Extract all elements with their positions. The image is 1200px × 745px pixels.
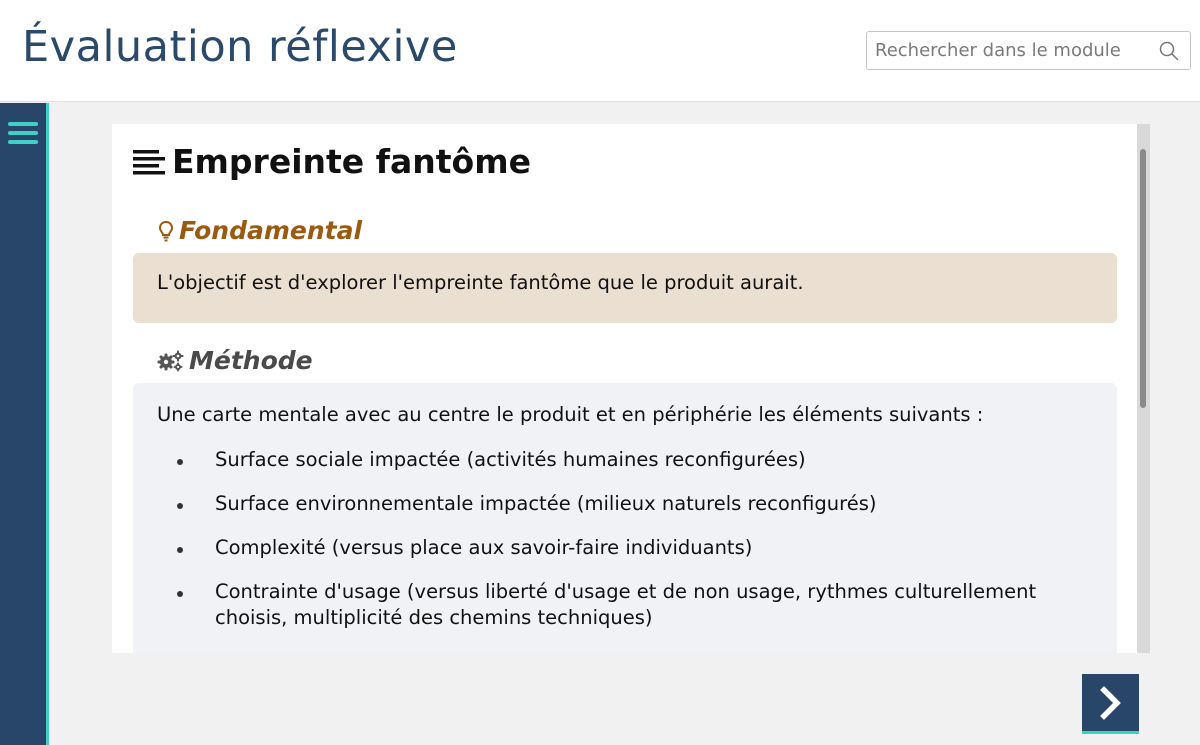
fundamental-text: L'objectif est d'explorer l'empreinte fa…	[157, 271, 804, 294]
methode-box: Une carte mentale avec au centre le prod…	[133, 383, 1117, 653]
content-card: Empreinte fantôme Fondamental L'objectif…	[112, 124, 1150, 653]
scrollbar-thumb[interactable]	[1140, 149, 1146, 408]
search-box[interactable]	[866, 31, 1191, 70]
lightbulb-icon	[158, 220, 174, 241]
methode-list: Surface sociale impactée (activités huma…	[157, 447, 1093, 631]
search-input[interactable]	[867, 32, 1152, 69]
section-title: Empreinte fantôme	[132, 142, 531, 181]
list-item: Surface sociale impactée (activités huma…	[157, 447, 1093, 473]
methode-heading: Méthode	[157, 346, 313, 375]
page-title: Évaluation réflexive	[22, 22, 458, 72]
gears-icon	[157, 350, 184, 371]
list-item: Complexité (versus place aux savoir-fair…	[157, 535, 1093, 561]
fundamental-box: L'objectif est d'explorer l'empreinte fa…	[133, 253, 1117, 323]
fundamental-heading: Fondamental	[157, 216, 362, 245]
bullet-icon	[177, 591, 183, 597]
list-item: Surface environnementale impactée (milie…	[157, 491, 1093, 517]
header: Évaluation réflexive	[0, 0, 1200, 102]
list-item: Contrainte d'usage (versus liberté d'usa…	[157, 579, 1093, 631]
methode-intro: Une carte mentale avec au centre le prod…	[157, 403, 984, 426]
bullet-icon	[177, 503, 183, 509]
section-heading: Empreinte fantôme	[172, 142, 531, 181]
fundamental-title: Fondamental	[179, 216, 363, 245]
hamburger-menu-icon[interactable]	[8, 120, 38, 146]
bullet-icon	[177, 547, 183, 553]
chevron-right-icon	[1099, 685, 1121, 720]
bullet-icon	[177, 459, 183, 465]
search-icon[interactable]	[1158, 40, 1180, 62]
methode-title: Méthode	[189, 346, 313, 375]
next-button[interactable]	[1082, 674, 1139, 734]
text-lines-icon	[133, 149, 165, 174]
sidebar	[0, 103, 49, 745]
